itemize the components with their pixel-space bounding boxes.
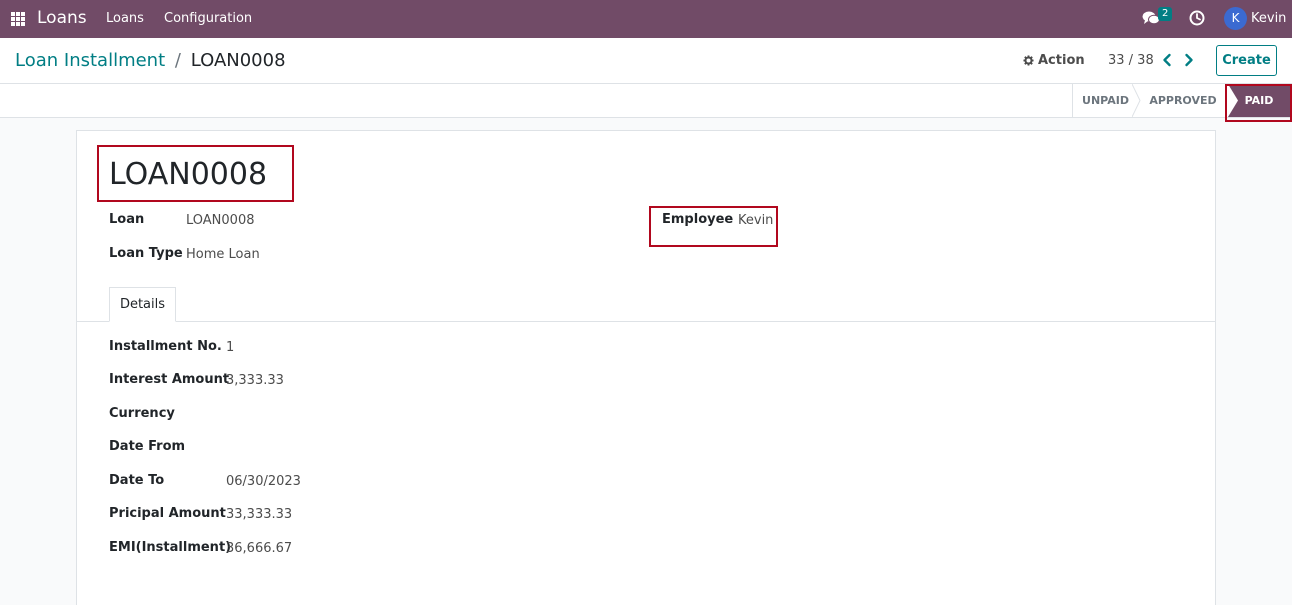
app-name[interactable]: Loans (37, 8, 87, 28)
currency-label: Currency (109, 406, 175, 421)
gear-icon (1023, 55, 1034, 66)
avatar[interactable]: K (1224, 7, 1247, 30)
clock-icon[interactable] (1189, 10, 1205, 26)
loan-label: Loan (109, 212, 145, 227)
breadcrumb-separator: / (174, 50, 181, 71)
tab-details[interactable]: Details (109, 287, 176, 322)
interest-amount-label: Interest Amount (109, 372, 230, 387)
create-button[interactable]: Create (1216, 45, 1277, 76)
date-from-label: Date From (109, 439, 186, 454)
installment-no-label: Installment No. (109, 339, 222, 354)
date-to-value[interactable]: 06/30/2023 (226, 474, 301, 489)
stage-unpaid[interactable]: UNPAID (1072, 84, 1138, 117)
loan-value[interactable]: LOAN0008 (186, 213, 255, 228)
breadcrumb-current: LOAN0008 (190, 50, 286, 71)
breadcrumb: Loan Installment / LOAN0008 (15, 50, 286, 71)
breadcrumb-parent[interactable]: Loan Installment (15, 50, 165, 71)
user-name[interactable]: Kevin (1251, 11, 1286, 26)
apps-grid-icon[interactable] (11, 12, 25, 26)
action-button[interactable]: Action (1023, 53, 1085, 68)
employee-highlight (649, 206, 778, 247)
date-to-label: Date To (109, 473, 165, 488)
top-navbar: Loans Loans Configuration 2 K Kevin (0, 0, 1292, 38)
menu-configuration[interactable]: Configuration (164, 11, 252, 26)
loan-type-label: Loan Type (109, 246, 183, 261)
menu-loans[interactable]: Loans (106, 11, 144, 26)
stage-approved[interactable]: APPROVED (1138, 84, 1228, 117)
interest-amount-value[interactable]: 3,333.33 (226, 373, 284, 388)
installment-no-value[interactable]: 1 (226, 340, 234, 355)
principal-amount-value[interactable]: 33,333.33 (226, 507, 292, 522)
chevron-right-icon[interactable] (1182, 51, 1196, 69)
principal-amount-label: Pricipal Amount (109, 506, 226, 521)
title-highlight (97, 145, 294, 202)
pager-value[interactable]: 33 / 38 (1108, 53, 1154, 68)
paid-stage-highlight (1225, 84, 1292, 122)
loan-type-value[interactable]: Home Loan (186, 247, 260, 262)
emi-installment-value[interactable]: 36,666.67 (226, 541, 292, 556)
status-bar: UNPAID APPROVED PAID (0, 84, 1292, 118)
chevron-left-icon[interactable] (1160, 51, 1174, 69)
action-label: Action (1038, 53, 1085, 68)
emi-installment-label: EMI(Installment) (109, 540, 232, 555)
control-panel: Loan Installment / LOAN0008 Action 33 / … (0, 38, 1292, 84)
chat-count-badge: 2 (1158, 7, 1173, 21)
tab-divider (77, 321, 1215, 322)
